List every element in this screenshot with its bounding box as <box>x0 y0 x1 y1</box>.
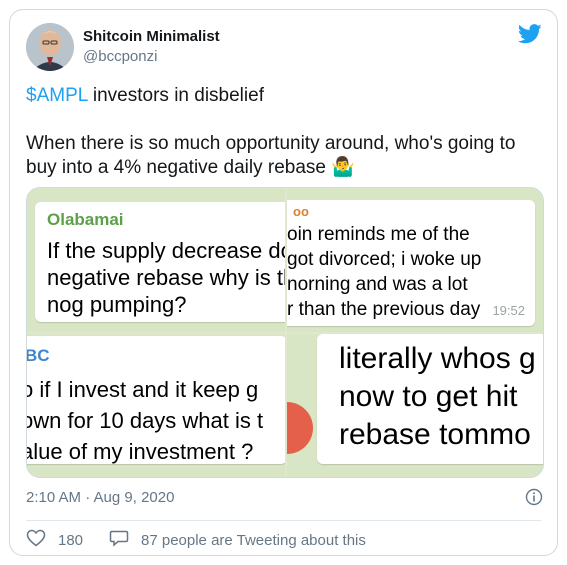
red-circle-graphic <box>287 402 313 454</box>
chat-sender: BC <box>27 346 50 365</box>
tweet-card: Shitcoin Minimalist @bccponzi $AMPL inve… <box>9 9 558 556</box>
chat-line: rebase tommo <box>339 418 531 451</box>
chat-line: got divorced; i woke up <box>287 249 482 270</box>
chat-message: literally whos g now to get hit rebase t… <box>339 340 536 454</box>
chat-bubble: Olabamai If the supply decrease do negat… <box>35 202 285 322</box>
chat-line: If the supply decrease do <box>47 238 285 263</box>
chat-time: 19:52 <box>492 303 525 318</box>
media-image-1[interactable]: Olabamai If the supply decrease do negat… <box>27 188 285 332</box>
display-name[interactable]: Shitcoin Minimalist <box>83 28 220 45</box>
chat-bubble: BC o if I invest and it keep g own for 1… <box>27 336 285 464</box>
cashtag-link[interactable]: $AMPL <box>26 85 88 106</box>
like-button[interactable]: 180 <box>26 529 83 552</box>
chat-line: literally whos g <box>339 342 536 375</box>
tweet-timestamp[interactable]: 2:10 AM · Aug 9, 2020 <box>26 489 174 506</box>
heart-icon <box>26 529 46 552</box>
twitter-bird-icon[interactable] <box>517 24 542 44</box>
chat-line: oin reminds me of the <box>287 224 470 245</box>
chat-sender: Olabamai <box>47 210 124 229</box>
info-icon[interactable] <box>525 488 543 506</box>
divider <box>26 520 541 521</box>
chat-line: now to get hit <box>339 380 518 413</box>
chat-bubble: literally whos g now to get hit rebase t… <box>317 334 543 464</box>
speech-bubble-icon <box>109 529 129 552</box>
discussion-text: 87 people are Tweeting about this <box>141 532 366 549</box>
chat-line: norning and was a lot <box>287 274 468 295</box>
like-count: 180 <box>58 532 84 549</box>
media-image-3[interactable]: BC o if I invest and it keep g own for 1… <box>27 334 285 477</box>
avatar[interactable] <box>26 23 74 71</box>
tweet-line-1: $AMPL investors in disbelief <box>26 84 546 108</box>
tweet-text: $AMPL investors in disbelief When there … <box>26 84 546 204</box>
media-grid[interactable]: Olabamai If the supply decrease do negat… <box>26 187 544 478</box>
chat-line: nog pumping? <box>47 292 187 317</box>
media-image-4[interactable]: literally whos g now to get hit rebase t… <box>287 334 543 477</box>
chat-line: alue of my investment ? <box>27 439 254 464</box>
media-image-2[interactable]: oo oin reminds me of the got divorced; i… <box>287 188 543 332</box>
chat-message: o if I invest and it keep g own for 10 d… <box>27 374 263 467</box>
tweet-line-2: When there is so much opportunity around… <box>26 133 516 178</box>
chat-message: oin reminds me of the got divorced; i wo… <box>287 222 481 322</box>
tweet-line-1-text: investors in disbelief <box>87 85 264 106</box>
chat-line: negative rebase why is th <box>47 265 285 290</box>
chat-line: r than the previous day <box>287 299 481 320</box>
chat-line: own for 10 days what is t <box>27 408 264 433</box>
chat-sender: oo <box>293 204 309 219</box>
chat-message: If the supply decrease do negative rebas… <box>47 237 285 318</box>
user-handle[interactable]: @bccponzi <box>83 48 157 65</box>
chat-line: o if I invest and it keep g <box>27 377 259 402</box>
chat-bubble: oo oin reminds me of the got divorced; i… <box>287 200 535 326</box>
discussion-link[interactable]: 87 people are Tweeting about this <box>109 529 366 552</box>
